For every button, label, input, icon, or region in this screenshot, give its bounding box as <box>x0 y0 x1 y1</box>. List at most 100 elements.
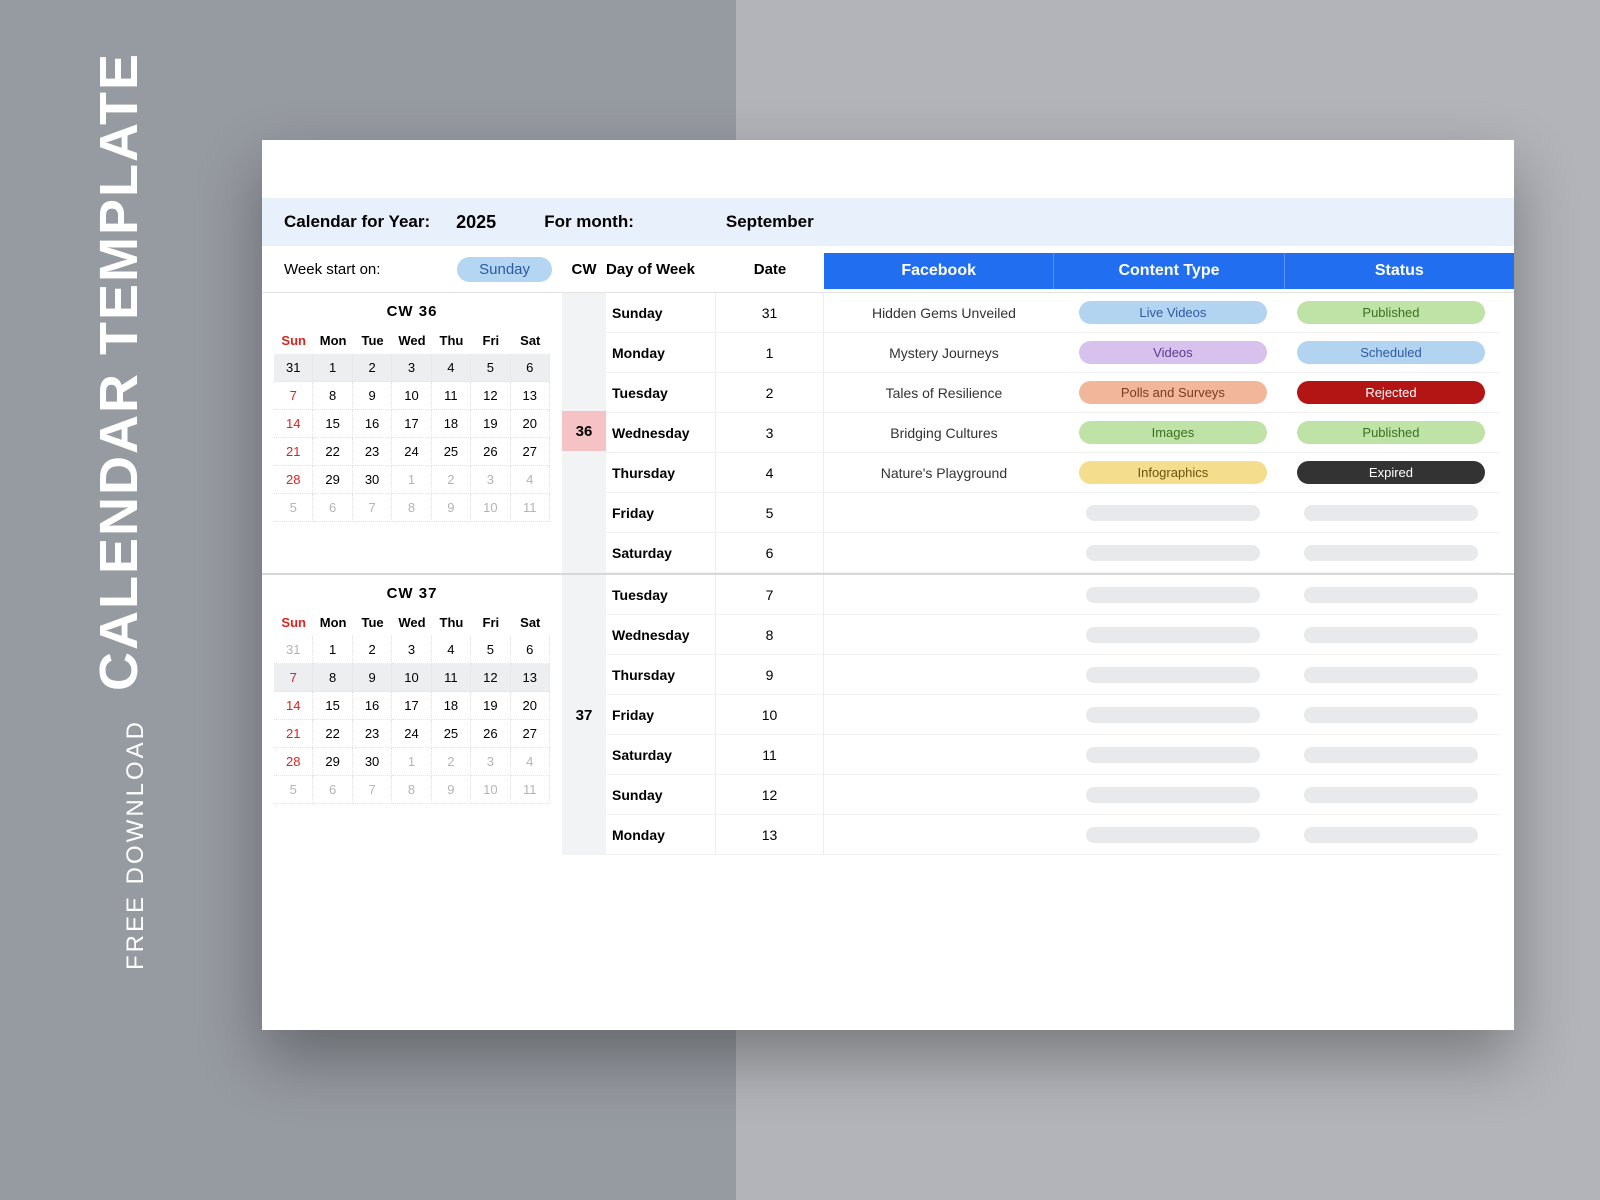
mc-cell[interactable]: 15 <box>313 410 352 438</box>
facebook-col-row[interactable]: Mystery Journeys <box>824 333 1064 373</box>
mc-cell[interactable]: 30 <box>353 748 392 776</box>
mc-cell[interactable]: 10 <box>471 494 510 522</box>
mc-cell[interactable]: 1 <box>392 466 431 494</box>
mc-cell[interactable]: 29 <box>313 466 352 494</box>
mc-cell[interactable]: 2 <box>353 636 392 664</box>
mc-cell[interactable]: 14 <box>274 692 313 720</box>
mc-cell[interactable]: 2 <box>432 748 471 776</box>
mc-cell[interactable]: 16 <box>353 692 392 720</box>
mc-cell[interactable]: 10 <box>392 382 431 410</box>
mc-cell[interactable]: 19 <box>471 692 510 720</box>
mc-cell[interactable]: 9 <box>432 776 471 804</box>
mc-cell[interactable]: 1 <box>392 748 431 776</box>
facebook-col-row[interactable] <box>824 533 1064 573</box>
mc-cell[interactable]: 23 <box>353 720 392 748</box>
empty-pill[interactable] <box>1086 627 1260 643</box>
empty-pill[interactable] <box>1086 747 1260 763</box>
mc-cell[interactable]: 29 <box>313 748 352 776</box>
empty-pill[interactable] <box>1086 827 1260 843</box>
mc-cell[interactable]: 26 <box>471 438 510 466</box>
mc-cell[interactable]: 6 <box>313 776 352 804</box>
status-pill[interactable]: Rejected <box>1297 381 1485 404</box>
mc-cell[interactable]: 8 <box>392 776 431 804</box>
empty-pill[interactable] <box>1304 747 1478 763</box>
mc-cell[interactable]: 25 <box>432 720 471 748</box>
content-type-pill[interactable]: Live Videos <box>1079 301 1267 324</box>
mc-cell[interactable]: 22 <box>313 438 352 466</box>
mc-cell[interactable]: 8 <box>313 382 352 410</box>
mc-cell[interactable]: 3 <box>471 748 510 776</box>
mc-cell[interactable]: 9 <box>353 664 392 692</box>
mc-cell[interactable]: 21 <box>274 438 313 466</box>
status-pill[interactable]: Published <box>1297 421 1485 444</box>
mc-cell[interactable]: 24 <box>392 438 431 466</box>
facebook-col-row[interactable] <box>824 493 1064 533</box>
mc-cell[interactable]: 18 <box>432 410 471 438</box>
mc-cell[interactable]: 6 <box>511 354 550 382</box>
mc-cell[interactable]: 9 <box>353 382 392 410</box>
facebook-col-row[interactable] <box>824 655 1064 695</box>
mc-cell[interactable]: 14 <box>274 410 313 438</box>
mc-cell[interactable]: 25 <box>432 438 471 466</box>
facebook-col-row[interactable]: Bridging Cultures <box>824 413 1064 453</box>
mc-cell[interactable]: 4 <box>511 466 550 494</box>
status-pill[interactable]: Expired <box>1297 461 1485 484</box>
facebook-col-row[interactable] <box>824 775 1064 815</box>
mc-cell[interactable]: 4 <box>432 636 471 664</box>
mc-cell[interactable]: 28 <box>274 466 313 494</box>
mc-cell[interactable]: 15 <box>313 692 352 720</box>
mc-cell[interactable]: 4 <box>432 354 471 382</box>
mc-cell[interactable]: 10 <box>471 776 510 804</box>
mc-cell[interactable]: 17 <box>392 410 431 438</box>
empty-pill[interactable] <box>1304 627 1478 643</box>
empty-pill[interactable] <box>1304 587 1478 603</box>
mc-cell[interactable]: 20 <box>511 692 550 720</box>
facebook-col-row[interactable] <box>824 695 1064 735</box>
mc-cell[interactable]: 8 <box>313 664 352 692</box>
empty-pill[interactable] <box>1304 505 1478 521</box>
facebook-col-row[interactable]: Hidden Gems Unveiled <box>824 293 1064 333</box>
mc-cell[interactable]: 31 <box>274 354 313 382</box>
empty-pill[interactable] <box>1304 827 1478 843</box>
mc-cell[interactable]: 10 <box>392 664 431 692</box>
mc-cell[interactable]: 13 <box>511 664 550 692</box>
empty-pill[interactable] <box>1086 587 1260 603</box>
empty-pill[interactable] <box>1086 505 1260 521</box>
facebook-col-row[interactable] <box>824 575 1064 615</box>
mc-cell[interactable]: 27 <box>511 438 550 466</box>
mc-cell[interactable]: 11 <box>511 494 550 522</box>
empty-pill[interactable] <box>1086 667 1260 683</box>
mc-cell[interactable]: 21 <box>274 720 313 748</box>
mc-cell[interactable]: 26 <box>471 720 510 748</box>
mc-cell[interactable]: 6 <box>511 636 550 664</box>
mc-cell[interactable]: 5 <box>471 354 510 382</box>
facebook-col-row[interactable]: Nature's Playground <box>824 453 1064 493</box>
mc-cell[interactable]: 28 <box>274 748 313 776</box>
mc-cell[interactable]: 3 <box>471 466 510 494</box>
empty-pill[interactable] <box>1086 787 1260 803</box>
mc-cell[interactable]: 4 <box>511 748 550 776</box>
mc-cell[interactable]: 5 <box>274 494 313 522</box>
empty-pill[interactable] <box>1304 545 1478 561</box>
mc-cell[interactable]: 27 <box>511 720 550 748</box>
mc-cell[interactable]: 1 <box>313 354 352 382</box>
week-start-value[interactable]: Sunday <box>457 257 552 282</box>
mc-cell[interactable]: 23 <box>353 438 392 466</box>
mc-cell[interactable]: 19 <box>471 410 510 438</box>
mc-cell[interactable]: 31 <box>274 636 313 664</box>
empty-pill[interactable] <box>1304 707 1478 723</box>
empty-pill[interactable] <box>1304 667 1478 683</box>
mc-cell[interactable]: 16 <box>353 410 392 438</box>
mc-cell[interactable]: 22 <box>313 720 352 748</box>
facebook-col-row[interactable] <box>824 735 1064 775</box>
mc-cell[interactable]: 3 <box>392 636 431 664</box>
empty-pill[interactable] <box>1086 707 1260 723</box>
mc-cell[interactable]: 17 <box>392 692 431 720</box>
empty-pill[interactable] <box>1304 787 1478 803</box>
mc-cell[interactable]: 18 <box>432 692 471 720</box>
empty-pill[interactable] <box>1086 545 1260 561</box>
mc-cell[interactable]: 7 <box>353 776 392 804</box>
mc-cell[interactable]: 5 <box>274 776 313 804</box>
mc-cell[interactable]: 20 <box>511 410 550 438</box>
mc-cell[interactable]: 11 <box>511 776 550 804</box>
